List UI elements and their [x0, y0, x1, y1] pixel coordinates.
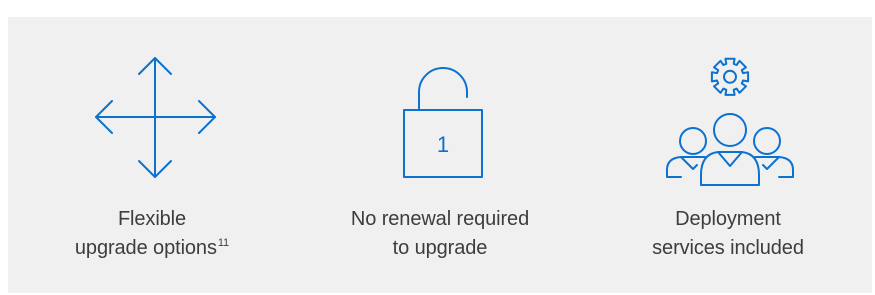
caption-line-2: services included — [652, 237, 804, 259]
features-panel: Flexible upgrade options11 1 No renewal … — [8, 17, 872, 293]
footnote-marker: 11 — [217, 237, 230, 249]
team-with-gear-icon — [584, 17, 872, 207]
feature-flexible-upgrade: Flexible upgrade options11 — [8, 17, 296, 293]
unlocked-padlock-icon: 1 — [296, 17, 584, 207]
lock-digit: 1 — [437, 132, 449, 157]
feature-caption: No renewal required to upgrade — [296, 205, 584, 263]
feature-caption: Deployment services included — [584, 205, 872, 263]
feature-no-renewal: 1 No renewal required to upgrade — [296, 17, 584, 293]
four-way-arrows-icon — [8, 17, 296, 207]
caption-line-2-text: upgrade options — [74, 237, 217, 259]
caption-line-1: Flexible — [117, 208, 187, 230]
caption-line-2: to upgrade — [392, 237, 488, 259]
caption-line-1: Deployment — [675, 208, 781, 230]
feature-caption: Flexible upgrade options11 — [8, 205, 296, 263]
feature-deployment-services: Deployment services included — [584, 17, 872, 293]
caption-line-2: upgrade options11 — [8, 234, 296, 263]
caption-line-1: No renewal required — [350, 208, 530, 230]
